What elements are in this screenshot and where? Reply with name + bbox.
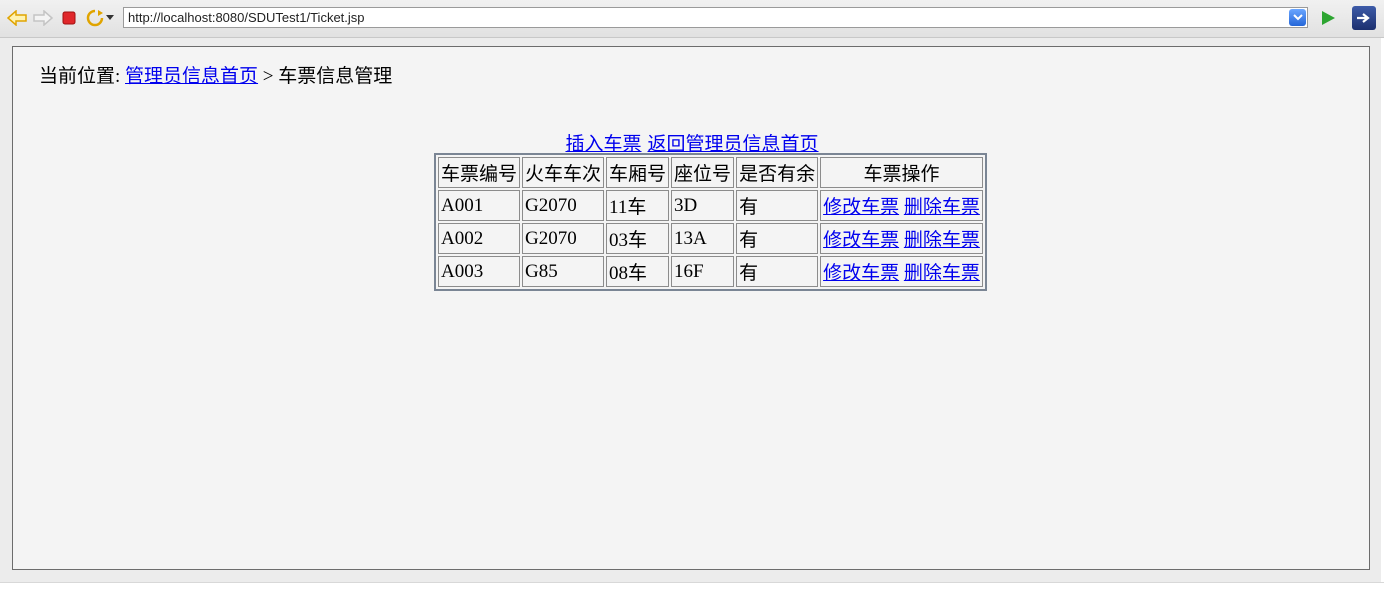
table-row: A003 G85 08车 16F 有 修改车票 删除车票	[438, 256, 983, 287]
extension-icon[interactable]	[1352, 6, 1376, 30]
refresh-icon[interactable]	[85, 8, 105, 28]
edit-ticket-link[interactable]: 修改车票	[823, 263, 899, 284]
header-seat: 座位号	[671, 157, 735, 188]
insert-ticket-link[interactable]: 插入车票	[565, 134, 641, 155]
cell-train: G2070	[522, 223, 605, 254]
browser-toolbar	[0, 0, 1384, 38]
breadcrumb-current: 车票信息管理	[278, 66, 393, 87]
cell-ticket-id: A001	[438, 190, 521, 221]
cell-seat: 13A	[671, 223, 735, 254]
breadcrumb: 当前位置: 管理员信息首页 > 车票信息管理	[39, 61, 392, 88]
ticket-table: 车票编号 火车车次 车厢号 座位号 是否有余 车票操作 A001 G2070 1…	[434, 153, 987, 291]
table-header-row: 车票编号 火车车次 车厢号 座位号 是否有余 车票操作	[438, 157, 983, 188]
header-ticket-id: 车票编号	[438, 157, 521, 188]
breadcrumb-separator: >	[258, 66, 279, 87]
stop-icon[interactable]	[59, 8, 79, 28]
cell-seat: 16F	[671, 256, 735, 287]
cell-train: G2070	[522, 190, 605, 221]
url-input[interactable]	[128, 9, 1278, 26]
cell-available: 有	[736, 190, 819, 221]
cell-train: G85	[522, 256, 605, 287]
edit-ticket-link[interactable]: 修改车票	[823, 197, 899, 218]
delete-ticket-link[interactable]: 删除车票	[904, 230, 980, 251]
header-carriage: 车厢号	[606, 157, 670, 188]
cell-carriage: 03车	[606, 223, 670, 254]
edit-ticket-link[interactable]: 修改车票	[823, 230, 899, 251]
page-viewport: 当前位置: 管理员信息首页 > 车票信息管理 插入车票 返回管理员信息首页 车票编…	[0, 38, 1384, 589]
header-available: 是否有余	[736, 157, 819, 188]
delete-ticket-link[interactable]: 删除车票	[904, 263, 980, 284]
url-bar[interactable]	[123, 7, 1308, 28]
cell-operations: 修改车票 删除车票	[820, 256, 983, 287]
header-operations: 车票操作	[820, 157, 983, 188]
table-row: A002 G2070 03车 13A 有 修改车票 删除车票	[438, 223, 983, 254]
cell-operations: 修改车票 删除车票	[820, 223, 983, 254]
breadcrumb-prefix: 当前位置:	[39, 66, 126, 87]
delete-ticket-link[interactable]: 删除车票	[904, 197, 980, 218]
cell-ticket-id: A002	[438, 223, 521, 254]
chevron-down-icon[interactable]	[105, 8, 115, 28]
action-links: 插入车票 返回管理员信息首页	[13, 129, 1371, 156]
table-row: A001 G2070 11车 3D 有 修改车票 删除车票	[438, 190, 983, 221]
header-train: 火车车次	[522, 157, 605, 188]
cell-seat: 3D	[671, 190, 735, 221]
cell-available: 有	[736, 256, 819, 287]
back-admin-home-link[interactable]: 返回管理员信息首页	[648, 134, 819, 155]
url-dropdown-icon[interactable]	[1289, 9, 1306, 26]
cell-carriage: 08车	[606, 256, 670, 287]
breadcrumb-link-admin-home[interactable]: 管理员信息首页	[125, 66, 258, 87]
content-frame: 当前位置: 管理员信息首页 > 车票信息管理 插入车票 返回管理员信息首页 车票编…	[12, 46, 1370, 570]
cell-operations: 修改车票 删除车票	[820, 190, 983, 221]
forward-arrow-icon[interactable]	[33, 8, 53, 28]
go-icon[interactable]	[1318, 8, 1338, 28]
back-arrow-icon[interactable]	[7, 8, 27, 28]
cell-ticket-id: A003	[438, 256, 521, 287]
cell-carriage: 11车	[606, 190, 670, 221]
cell-available: 有	[736, 223, 819, 254]
